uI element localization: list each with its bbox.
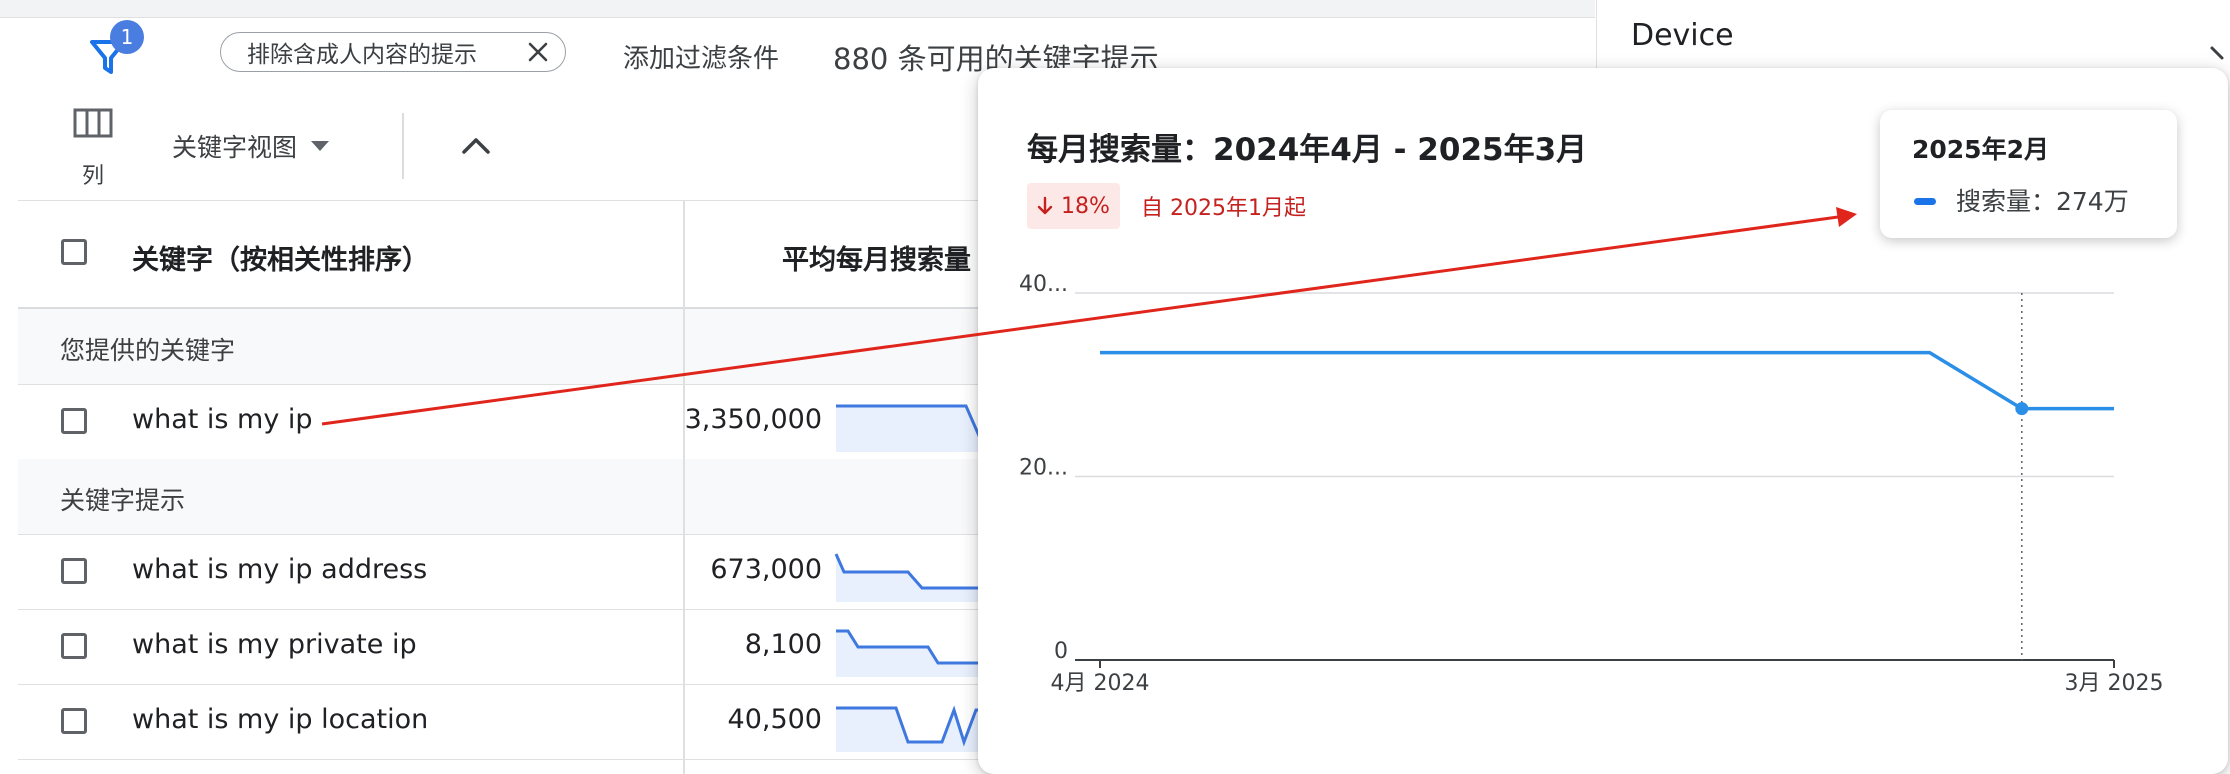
collapse-button[interactable]	[456, 128, 496, 164]
row-checkbox[interactable]	[61, 408, 87, 434]
series-line-search-volume	[1100, 350, 2114, 411]
columns-icon	[73, 108, 113, 138]
sparkline-chart	[834, 553, 998, 602]
volume-value: 3,350,000	[684, 404, 822, 435]
section-label: 关键字提示	[60, 486, 186, 515]
row-checkbox[interactable]	[61, 708, 87, 734]
volume-value: 673,000	[710, 554, 822, 585]
highlight-point	[2015, 402, 2029, 416]
tooltip-value: 搜索量：274万	[1956, 187, 2129, 216]
y-tick-label: 20...	[1019, 456, 1068, 481]
dropdown-arrow-icon	[311, 141, 330, 151]
y-tick-label: 0	[1054, 639, 1068, 664]
filter-count-badge: 1	[110, 20, 144, 54]
tooltip-series-swatch	[1914, 198, 1936, 205]
x-tick-label: 4月 2024	[1051, 671, 1150, 696]
close-icon[interactable]	[525, 39, 551, 65]
sparkline-chart	[836, 404, 998, 452]
keyword-text: what is my ip address	[132, 554, 428, 585]
x-axis-ticks: 4月 2024 3月 2025	[1051, 660, 2164, 696]
keyword-text: what is my ip location	[132, 704, 429, 735]
row-checkbox[interactable]	[61, 633, 87, 659]
keyword-view-label: 关键字视图	[172, 133, 298, 162]
y-tick-label: 40...	[1019, 272, 1068, 297]
chart-tooltip: 2025年2月 搜索量：274万	[1880, 110, 2177, 238]
keyword-text: what is my private ip	[132, 629, 417, 660]
volume-value: 8,100	[744, 629, 822, 660]
columns-label: 列	[81, 164, 104, 189]
chevron-down-icon[interactable]	[2208, 38, 2230, 68]
header-avg-monthly-searches[interactable]: 平均每月搜索量	[782, 238, 971, 277]
select-all-checkbox[interactable]	[61, 239, 87, 265]
columns-button[interactable]	[66, 108, 120, 142]
section-label: 您提供的关键字	[60, 336, 236, 365]
sparkline-chart	[836, 705, 998, 752]
x-tick-label: 3月 2025	[2065, 671, 2164, 696]
sparkline-chart	[836, 629, 998, 677]
column-divider	[683, 201, 685, 774]
header-keyword[interactable]: 关键字（按相关性排序）	[132, 238, 429, 277]
chevron-up-icon	[462, 138, 490, 154]
y-axis-ticks: 0 20... 40...	[1019, 272, 1068, 664]
device-label[interactable]: Device	[1631, 18, 1734, 53]
volume-value: 40,500	[727, 704, 822, 735]
tooltip-month: 2025年2月	[1912, 135, 2049, 164]
keyword-text: what is my ip	[132, 404, 313, 435]
chart-grid	[1075, 292, 2114, 661]
top-strip	[0, 0, 1595, 18]
filter-chip-adult[interactable]: 排除含成人内容的提示	[220, 32, 566, 72]
toolbar-divider	[402, 113, 404, 179]
keyword-view-dropdown[interactable]: 关键字视图	[172, 128, 331, 164]
row-checkbox[interactable]	[61, 558, 87, 584]
filter-chip-label: 排除含成人内容的提示	[247, 42, 477, 68]
add-filter-button[interactable]: 添加过滤条件	[623, 38, 779, 75]
